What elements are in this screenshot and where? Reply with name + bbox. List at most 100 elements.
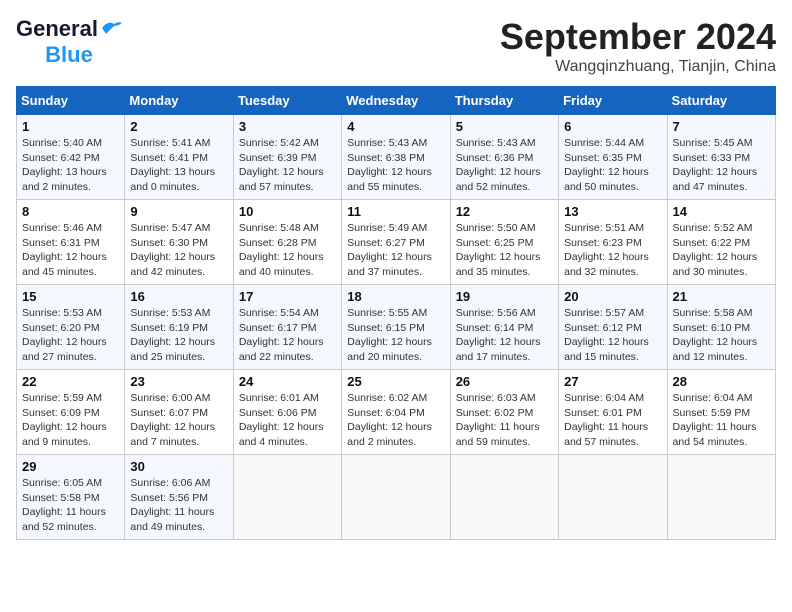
day-info: Sunrise: 6:06 AM Sunset: 5:56 PM Dayligh… xyxy=(130,476,227,535)
sunrise-text: Sunrise: 5:55 AM xyxy=(347,307,427,319)
day-number: 17 xyxy=(239,289,336,304)
calendar-cell: 17 Sunrise: 5:54 AM Sunset: 6:17 PM Dayl… xyxy=(233,285,341,370)
daylight-text: Daylight: 12 hours and 37 minutes. xyxy=(347,251,432,278)
day-number: 7 xyxy=(673,119,770,134)
sunset-text: Sunset: 5:56 PM xyxy=(130,492,208,504)
sunrise-text: Sunrise: 5:40 AM xyxy=(22,137,102,149)
sunrise-text: Sunrise: 5:47 AM xyxy=(130,222,210,234)
day-info: Sunrise: 5:42 AM Sunset: 6:39 PM Dayligh… xyxy=(239,136,336,195)
daylight-text: Daylight: 12 hours and 35 minutes. xyxy=(456,251,541,278)
sunrise-text: Sunrise: 5:45 AM xyxy=(673,137,753,149)
day-info: Sunrise: 5:53 AM Sunset: 6:19 PM Dayligh… xyxy=(130,306,227,365)
daylight-text: Daylight: 12 hours and 32 minutes. xyxy=(564,251,649,278)
daylight-text: Daylight: 12 hours and 40 minutes. xyxy=(239,251,324,278)
sunset-text: Sunset: 6:35 PM xyxy=(564,152,642,164)
calendar-cell: 2 Sunrise: 5:41 AM Sunset: 6:41 PM Dayli… xyxy=(125,115,233,200)
day-info: Sunrise: 5:48 AM Sunset: 6:28 PM Dayligh… xyxy=(239,221,336,280)
day-info: Sunrise: 5:46 AM Sunset: 6:31 PM Dayligh… xyxy=(22,221,119,280)
daylight-text: Daylight: 12 hours and 50 minutes. xyxy=(564,166,649,193)
day-of-week-header: Thursday xyxy=(450,87,558,115)
sunset-text: Sunset: 6:33 PM xyxy=(673,152,751,164)
sunrise-text: Sunrise: 5:44 AM xyxy=(564,137,644,149)
calendar-cell: 19 Sunrise: 5:56 AM Sunset: 6:14 PM Dayl… xyxy=(450,285,558,370)
daylight-text: Daylight: 12 hours and 15 minutes. xyxy=(564,336,649,363)
sunrise-text: Sunrise: 6:04 AM xyxy=(673,392,753,404)
day-of-week-header: Saturday xyxy=(667,87,775,115)
sunrise-text: Sunrise: 5:42 AM xyxy=(239,137,319,149)
day-info: Sunrise: 6:03 AM Sunset: 6:02 PM Dayligh… xyxy=(456,391,553,450)
sunset-text: Sunset: 6:38 PM xyxy=(347,152,425,164)
day-info: Sunrise: 6:05 AM Sunset: 5:58 PM Dayligh… xyxy=(22,476,119,535)
sunrise-text: Sunrise: 5:54 AM xyxy=(239,307,319,319)
sunrise-text: Sunrise: 5:46 AM xyxy=(22,222,102,234)
day-info: Sunrise: 6:00 AM Sunset: 6:07 PM Dayligh… xyxy=(130,391,227,450)
calendar-cell: 7 Sunrise: 5:45 AM Sunset: 6:33 PM Dayli… xyxy=(667,115,775,200)
daylight-text: Daylight: 12 hours and 45 minutes. xyxy=(22,251,107,278)
sunset-text: Sunset: 6:06 PM xyxy=(239,407,317,419)
calendar-cell: 28 Sunrise: 6:04 AM Sunset: 5:59 PM Dayl… xyxy=(667,370,775,455)
sunset-text: Sunset: 6:27 PM xyxy=(347,237,425,249)
daylight-text: Daylight: 12 hours and 47 minutes. xyxy=(673,166,758,193)
month-title: September 2024 xyxy=(500,16,776,58)
day-number: 10 xyxy=(239,204,336,219)
day-number: 26 xyxy=(456,374,553,389)
daylight-text: Daylight: 12 hours and 27 minutes. xyxy=(22,336,107,363)
sunset-text: Sunset: 6:14 PM xyxy=(456,322,534,334)
day-info: Sunrise: 5:52 AM Sunset: 6:22 PM Dayligh… xyxy=(673,221,770,280)
calendar-cell: 9 Sunrise: 5:47 AM Sunset: 6:30 PM Dayli… xyxy=(125,200,233,285)
sunset-text: Sunset: 6:39 PM xyxy=(239,152,317,164)
sunrise-text: Sunrise: 6:01 AM xyxy=(239,392,319,404)
calendar-cell: 5 Sunrise: 5:43 AM Sunset: 6:36 PM Dayli… xyxy=(450,115,558,200)
day-of-week-header: Tuesday xyxy=(233,87,341,115)
day-info: Sunrise: 5:51 AM Sunset: 6:23 PM Dayligh… xyxy=(564,221,661,280)
daylight-text: Daylight: 12 hours and 20 minutes. xyxy=(347,336,432,363)
day-number: 6 xyxy=(564,119,661,134)
sunset-text: Sunset: 6:22 PM xyxy=(673,237,751,249)
day-number: 29 xyxy=(22,459,119,474)
calendar-cell: 30 Sunrise: 6:06 AM Sunset: 5:56 PM Dayl… xyxy=(125,455,233,540)
sunset-text: Sunset: 6:31 PM xyxy=(22,237,100,249)
day-info: Sunrise: 5:40 AM Sunset: 6:42 PM Dayligh… xyxy=(22,136,119,195)
calendar-cell: 23 Sunrise: 6:00 AM Sunset: 6:07 PM Dayl… xyxy=(125,370,233,455)
sunset-text: Sunset: 6:42 PM xyxy=(22,152,100,164)
daylight-text: Daylight: 12 hours and 17 minutes. xyxy=(456,336,541,363)
calendar-week-row: 8 Sunrise: 5:46 AM Sunset: 6:31 PM Dayli… xyxy=(17,200,776,285)
day-number: 18 xyxy=(347,289,444,304)
sunset-text: Sunset: 6:10 PM xyxy=(673,322,751,334)
calendar-cell xyxy=(450,455,558,540)
daylight-text: Daylight: 11 hours and 54 minutes. xyxy=(673,421,757,448)
sunset-text: Sunset: 6:07 PM xyxy=(130,407,208,419)
calendar-week-row: 29 Sunrise: 6:05 AM Sunset: 5:58 PM Dayl… xyxy=(17,455,776,540)
day-number: 24 xyxy=(239,374,336,389)
day-of-week-header: Friday xyxy=(559,87,667,115)
calendar-cell: 27 Sunrise: 6:04 AM Sunset: 6:01 PM Dayl… xyxy=(559,370,667,455)
daylight-text: Daylight: 12 hours and 30 minutes. xyxy=(673,251,758,278)
daylight-text: Daylight: 12 hours and 42 minutes. xyxy=(130,251,215,278)
day-number: 27 xyxy=(564,374,661,389)
calendar-cell: 10 Sunrise: 5:48 AM Sunset: 6:28 PM Dayl… xyxy=(233,200,341,285)
day-info: Sunrise: 6:02 AM Sunset: 6:04 PM Dayligh… xyxy=(347,391,444,450)
calendar-cell: 21 Sunrise: 5:58 AM Sunset: 6:10 PM Dayl… xyxy=(667,285,775,370)
daylight-text: Daylight: 12 hours and 25 minutes. xyxy=(130,336,215,363)
day-info: Sunrise: 5:44 AM Sunset: 6:35 PM Dayligh… xyxy=(564,136,661,195)
sunrise-text: Sunrise: 6:03 AM xyxy=(456,392,536,404)
day-info: Sunrise: 6:04 AM Sunset: 6:01 PM Dayligh… xyxy=(564,391,661,450)
calendar-cell: 1 Sunrise: 5:40 AM Sunset: 6:42 PM Dayli… xyxy=(17,115,125,200)
sunrise-text: Sunrise: 6:06 AM xyxy=(130,477,210,489)
daylight-text: Daylight: 12 hours and 57 minutes. xyxy=(239,166,324,193)
day-number: 9 xyxy=(130,204,227,219)
calendar-cell xyxy=(667,455,775,540)
calendar-cell: 26 Sunrise: 6:03 AM Sunset: 6:02 PM Dayl… xyxy=(450,370,558,455)
sunset-text: Sunset: 6:02 PM xyxy=(456,407,534,419)
calendar-cell: 3 Sunrise: 5:42 AM Sunset: 6:39 PM Dayli… xyxy=(233,115,341,200)
sunset-text: Sunset: 5:59 PM xyxy=(673,407,751,419)
daylight-text: Daylight: 13 hours and 2 minutes. xyxy=(22,166,107,193)
sunrise-text: Sunrise: 5:53 AM xyxy=(22,307,102,319)
sunrise-text: Sunrise: 5:43 AM xyxy=(347,137,427,149)
calendar-cell: 22 Sunrise: 5:59 AM Sunset: 6:09 PM Dayl… xyxy=(17,370,125,455)
sunset-text: Sunset: 6:12 PM xyxy=(564,322,642,334)
sunset-text: Sunset: 6:36 PM xyxy=(456,152,534,164)
calendar-body: 1 Sunrise: 5:40 AM Sunset: 6:42 PM Dayli… xyxy=(17,115,776,540)
day-number: 3 xyxy=(239,119,336,134)
calendar-cell: 12 Sunrise: 5:50 AM Sunset: 6:25 PM Dayl… xyxy=(450,200,558,285)
